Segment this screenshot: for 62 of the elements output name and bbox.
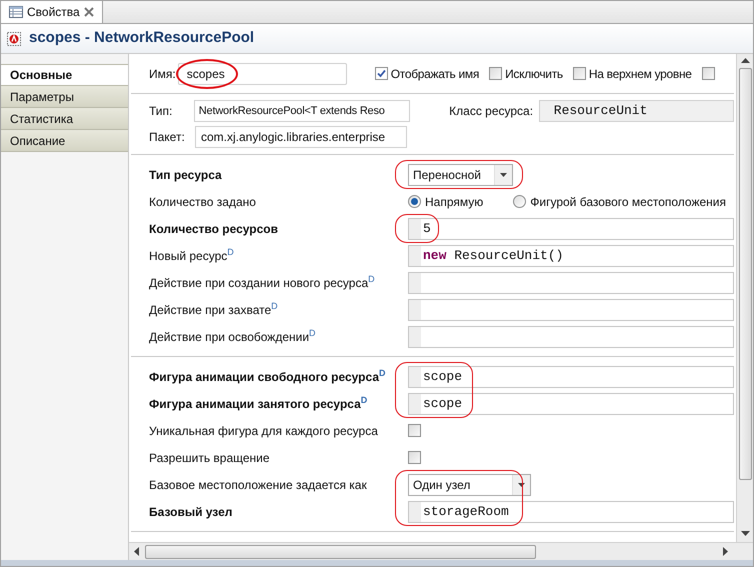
code-field[interactable] — [408, 272, 734, 294]
field-label: Базовый узел — [149, 504, 234, 520]
checkbox[interactable] — [702, 67, 715, 80]
radio-label: Напрямую — [425, 194, 484, 210]
name-field[interactable]: scopes — [178, 62, 347, 84]
sidebar-tab[interactable]: Параметры — [1, 86, 128, 108]
field-label: Количество задано — [149, 194, 257, 210]
code-field[interactable]: storageRoom — [408, 500, 734, 522]
scrollbar-thumb[interactable] — [145, 544, 536, 558]
dropdown[interactable]: Переносной — [408, 164, 513, 186]
properties-tab[interactable]: Свойства — [1, 1, 103, 23]
radio-button[interactable] — [513, 195, 526, 208]
field-label: Фигура анимации свободного ресурса$^{D}$ — [149, 368, 386, 386]
radio-label: Фигурой базового местоположения — [530, 194, 726, 210]
radio-button[interactable] — [408, 195, 421, 208]
code-field[interactable] — [408, 298, 734, 320]
caret-icon — [518, 482, 525, 486]
field-label: Тип: — [149, 103, 174, 120]
field-label: Фигура анимации занятого ресурса$^{D}$ — [149, 394, 368, 412]
checkbox-label: На верхнем уровне — [588, 66, 692, 82]
checkbox[interactable] — [408, 451, 421, 464]
field-label: Пакет: — [149, 129, 186, 146]
highlight-ellipse — [176, 58, 238, 88]
vertical-scrollbar[interactable] — [736, 54, 753, 542]
checkbox[interactable] — [489, 67, 502, 80]
checkbox[interactable] — [408, 424, 421, 437]
caret-icon — [500, 172, 507, 176]
table-icon — [9, 6, 23, 18]
sidebar-tab[interactable]: Статистика — [1, 108, 128, 130]
code-field[interactable]: scope — [408, 366, 734, 388]
checkbox-label: Отображать имя — [390, 66, 480, 82]
sidebar-tab[interactable]: Основные — [1, 64, 128, 86]
header-title: scopes - NetworkResourcePool — [29, 28, 254, 48]
close-icon[interactable] — [84, 6, 94, 16]
scrollbar-thumb[interactable] — [738, 68, 752, 480]
checkbox-label: Исключить — [505, 66, 563, 82]
dropdown[interactable]: Один узел — [408, 474, 531, 496]
field-label: Тип ресурса — [149, 166, 223, 184]
field-label: Новый ресурс$^{D}$ — [149, 246, 235, 264]
field-label: Количество ресурсов — [149, 220, 280, 238]
field-label: Действие при освобождении$^{D}$ — [149, 328, 317, 346]
checkbox[interactable] — [572, 67, 586, 80]
component-icon — [7, 32, 21, 46]
sidebar-tab[interactable]: Описание — [1, 130, 128, 152]
type-field[interactable]: NetworkResourcePool<T extends Reso — [194, 100, 410, 122]
package-field[interactable]: com.xj.anylogic.libraries.enterprise — [195, 126, 407, 148]
field-label: Действие при создании нового ресурса$^{D}$ — [149, 274, 376, 292]
dropdown-arrow-button[interactable] — [512, 474, 530, 494]
code-field[interactable]: scope — [408, 392, 734, 414]
field-label: Имя: — [149, 66, 176, 82]
class-field[interactable]: ResourceUnit — [538, 100, 734, 122]
field-label: Разрешить вращение — [149, 450, 271, 466]
code-field[interactable] — [408, 326, 734, 348]
field-label: Класс ресурса: — [449, 103, 534, 120]
code-field[interactable]: 5 — [408, 218, 734, 240]
horizontal-scrollbar[interactable] — [129, 542, 753, 560]
checkbox[interactable] — [374, 67, 388, 80]
field-label: Уникальная фигура для каждого ресурса — [149, 422, 379, 440]
dropdown-arrow-button[interactable] — [494, 164, 512, 184]
field-label: Базовое местоположение задается как — [149, 476, 368, 494]
field-label: Действие при захвате$^{D}$ — [149, 300, 279, 318]
code-field[interactable]: new ResourceUnit() — [408, 244, 734, 266]
